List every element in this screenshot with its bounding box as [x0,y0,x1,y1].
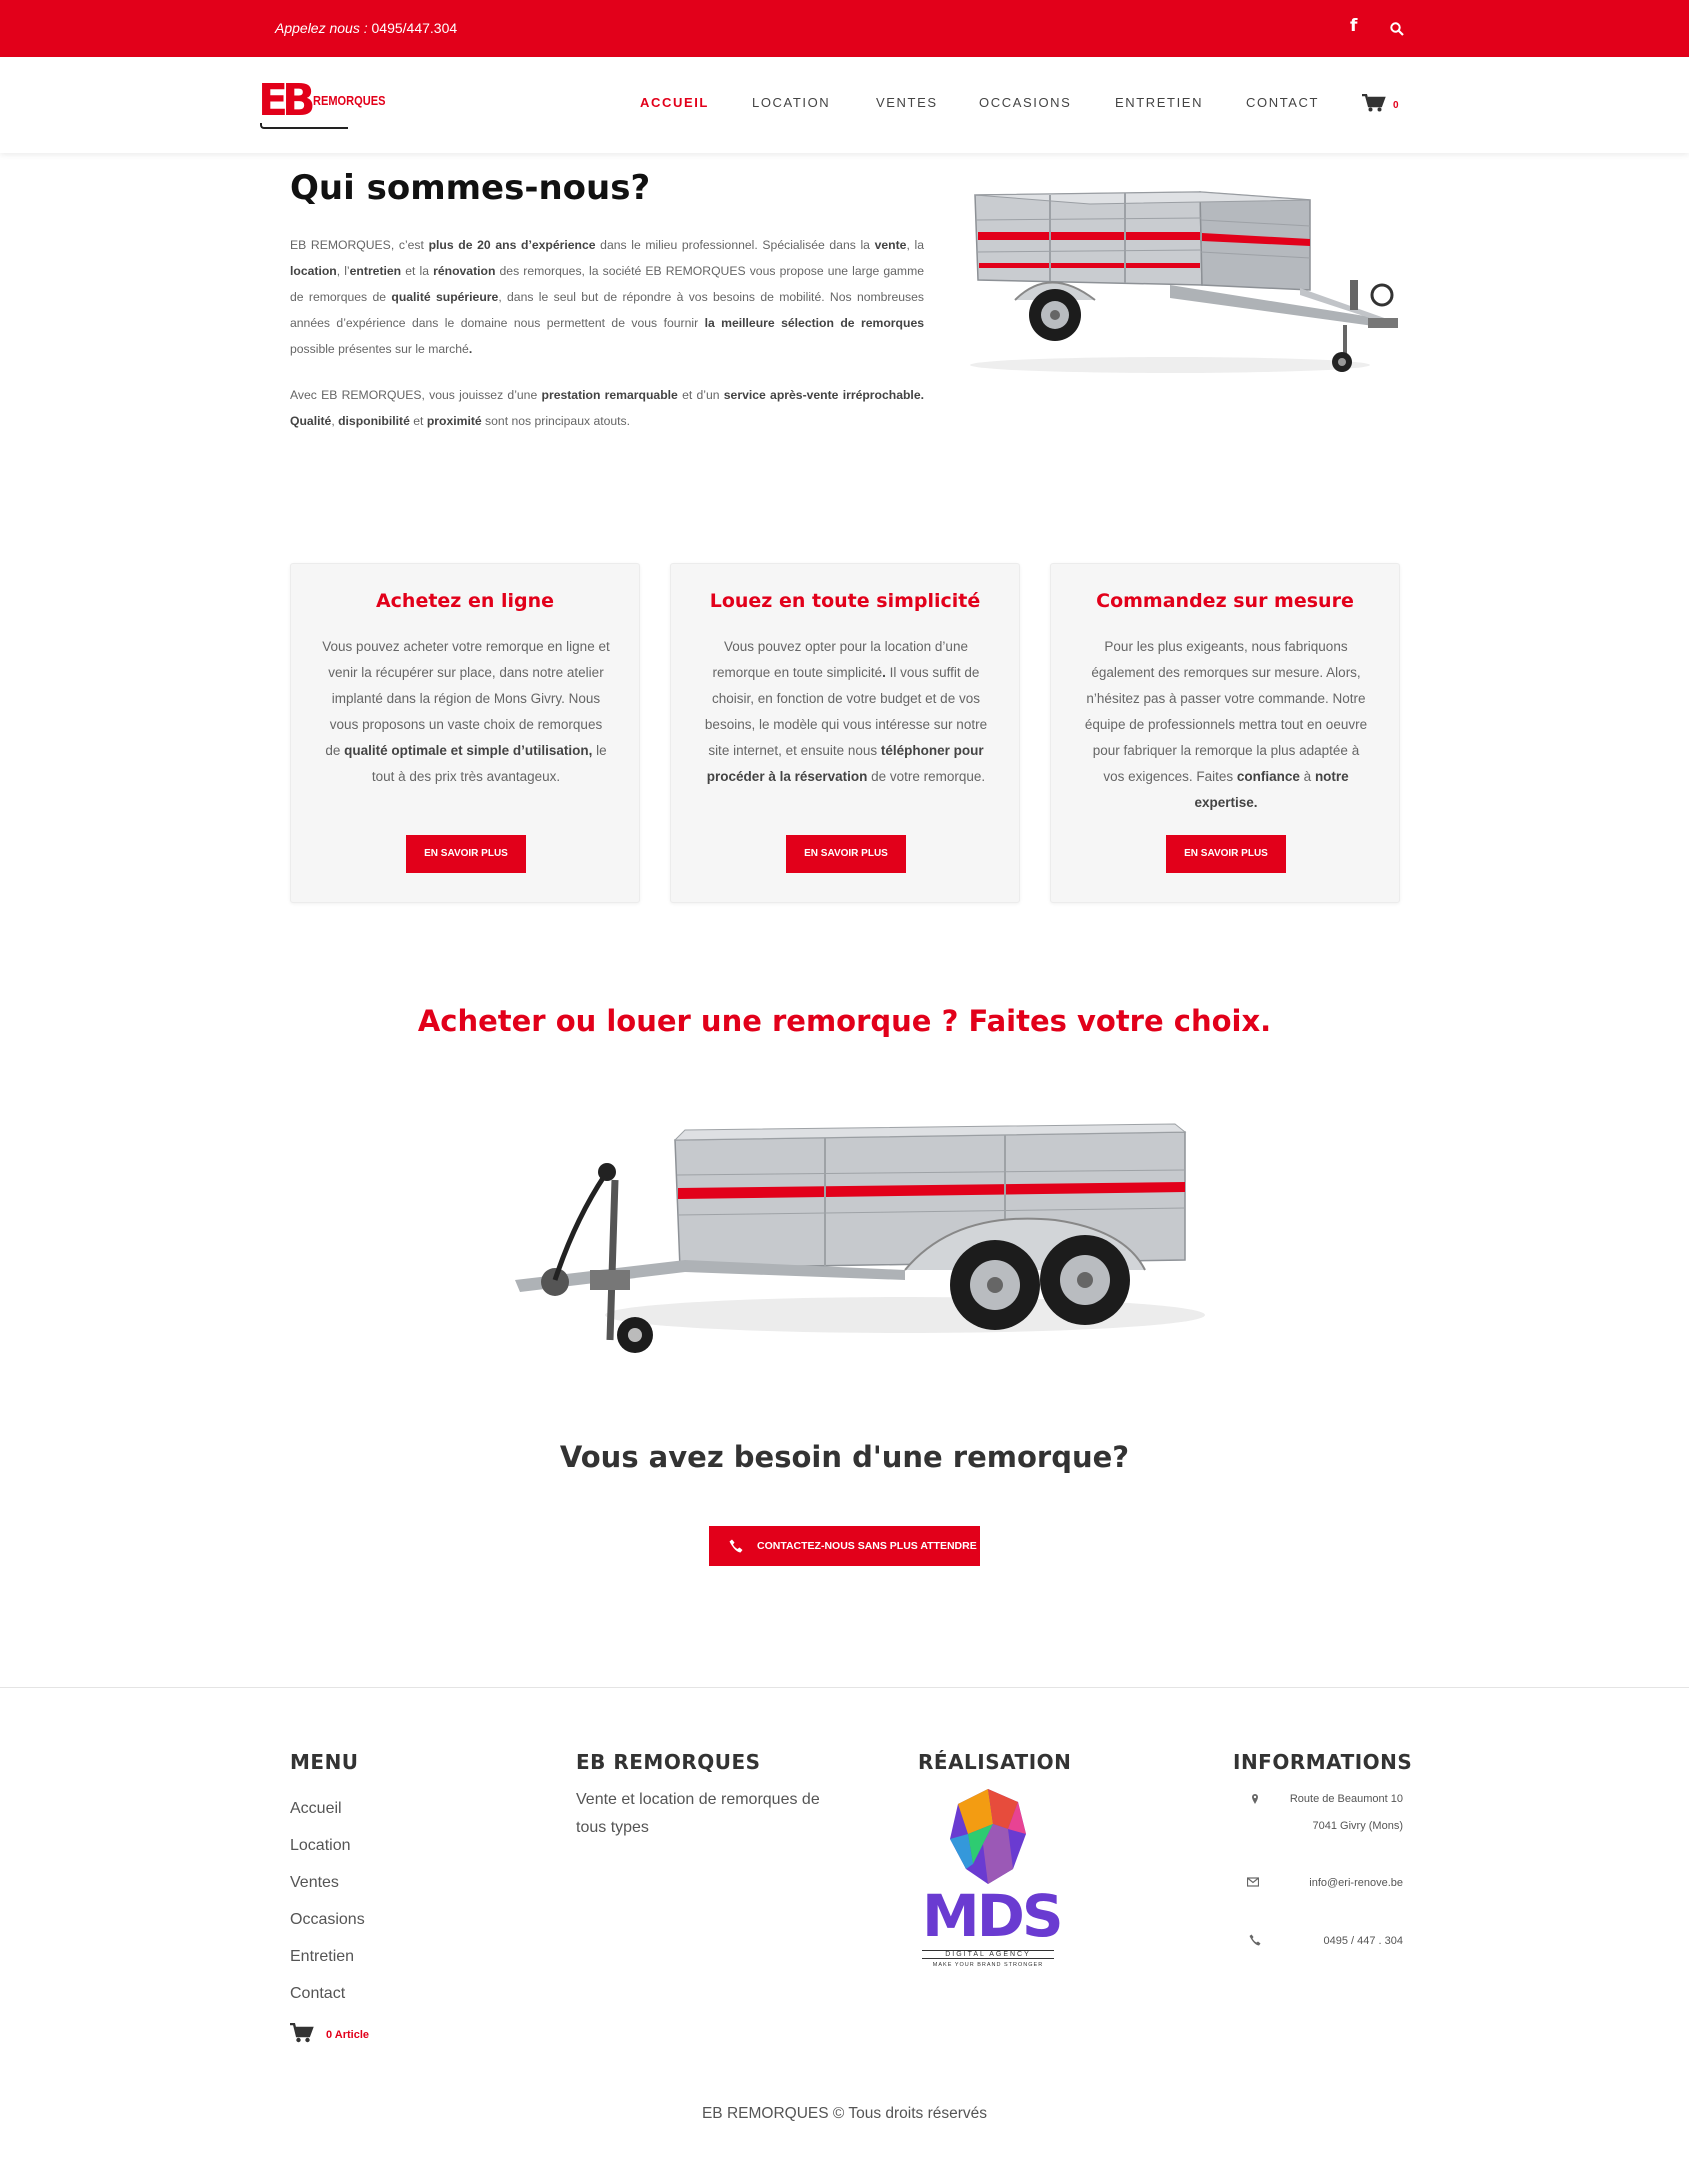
footer-realisation-title: RÉALISATION [918,1750,1072,1774]
text-segment: et la [401,264,434,278]
intro-paragraph-1: EB REMORQUES, c’est plus de 20 ans d’exp… [290,232,924,362]
bold-text: disponibilité [338,414,410,428]
bold-text: rénovation [433,264,496,278]
logo-underline [260,123,348,129]
intro-title: Qui sommes-nous? [290,168,651,208]
card-rent-simple: Louez en toute simplicité Vous pouvez op… [670,563,1020,903]
text-segment: possible présentes sur le marché [290,342,469,356]
card-custom-order: Commandez sur mesure Pour les plus exige… [1050,563,1400,903]
address-line-2: 7041 Givry (Mons) [1312,1820,1403,1832]
bold-text: qualité optimale et simple d’utilisation… [344,743,593,758]
card-title: Commandez sur mesure [1096,590,1354,612]
text-segment: Vous pouvez acheter votre remorque en li… [322,639,610,758]
top-phone[interactable]: Appelez nous : 0495/447.304 [275,20,457,36]
footer-info-title: INFORMATIONS [1233,1750,1413,1774]
text-segment: EB REMORQUES, c’est [290,238,429,252]
bold-text: plus de 20 ans d’expérience [428,238,596,252]
site-logo[interactable]: EB REMORQUES [258,75,398,137]
mds-agency-logo[interactable]: MDS DIGITAL AGENCY MAKE YOUR BRAND STRON… [918,1784,1064,1984]
text-segment: , l’ [336,264,350,278]
footer-about-title: EB REMORQUES [576,1750,761,1774]
cta-label: CONTACTEZ-NOUS SANS PLUS ATTENDRE [757,1540,977,1552]
nav-occasions[interactable]: OCCASIONS [979,95,1071,110]
footer-link-location[interactable]: Location [290,1837,351,1855]
bold-text: entretien [349,264,402,278]
bold-text: prestation remarquable [541,388,678,402]
nav-contact[interactable]: CONTACT [1246,95,1319,110]
learn-more-button[interactable]: EN SAVOIR PLUS [1166,835,1286,873]
nav-ventes[interactable]: VENTES [876,95,938,110]
contact-cta-button[interactable]: CONTACTEZ-NOUS SANS PLUS ATTENDRE [709,1526,980,1566]
card-title: Achetez en ligne [375,590,555,612]
text-segment: de votre remorque. [867,769,986,784]
text-segment: et [409,414,427,428]
card-body: Vous pouvez opter pour la location d’une… [701,634,991,790]
card-title: Louez en toute simplicité [709,590,981,612]
bold-text: . [468,342,473,356]
card-body: Pour les plus exigeants, nous fabriquons… [1081,634,1371,816]
text-segment: Pour les plus exigeants, nous fabriquons… [1084,639,1368,784]
choice-title: Acheter ou louer une remorque ? Faites v… [417,1004,1272,1038]
bold-text: confiance [1236,769,1300,784]
logo-word: REMORQUES [313,93,386,108]
footer-link-occasions[interactable]: Occasions [290,1911,365,1929]
trailer-image-single-axle [970,191,1398,373]
phone-number: 0495/447.304 [371,20,458,36]
mds-slogan: MAKE YOUR BRAND STRONGER [932,1962,1044,1968]
footer-about-text: Vente et location de remorques de tous t… [576,1791,820,1836]
cart-icon [1362,93,1386,112]
bold-text: proximité [426,414,482,428]
mds-letters: MDS [922,1882,1064,1950]
footer-link-contact[interactable]: Contact [290,1985,345,2003]
learn-more-button[interactable]: EN SAVOIR PLUS [786,835,906,873]
intro-paragraph-2: Avec EB REMORQUES, vous jouissez d’une p… [290,382,924,434]
bold-text: vente [874,238,907,252]
text-segment: Avec EB REMORQUES, vous jouissez d’une [290,388,542,402]
cart-count: 0 [1393,100,1399,111]
text-segment: dans le milieu professionnel. Spécialisé… [595,238,875,252]
text-segment: et d’un [677,388,724,402]
footer-cart-label: 0 Article [326,2029,370,2041]
search-icon[interactable] [1390,22,1404,36]
text-segment: à [1299,769,1315,784]
footer-menu-title: MENU [290,1750,359,1774]
bold-text: qualité supérieure [391,290,499,304]
mds-tagline: DIGITAL AGENCY [922,1950,1054,1959]
footer-cart[interactable]: 0 Article [290,2022,390,2043]
footer-link-entretien[interactable]: Entretien [290,1948,354,1966]
facebook-icon[interactable]: f [1350,16,1366,40]
header-cart[interactable]: 0 [1362,93,1404,114]
nav-entretien[interactable]: ENTRETIEN [1115,95,1203,110]
need-trailer-title: Vous avez besoin d'une remorque? [559,1440,1130,1474]
intro-text: EB REMORQUES, c’est plus de 20 ans d’exp… [290,232,924,454]
footer-phone[interactable]: 0495 / 447 . 304 [1250,1935,1403,1947]
bold-text: location [290,264,337,278]
footer-divider [0,1687,1689,1688]
address-line-1: Route de Beaumont 10 [1289,1793,1403,1805]
phone-icon [729,1539,743,1553]
cart-icon [290,2022,314,2043]
learn-more-button[interactable]: EN SAVOIR PLUS [406,835,526,873]
phone-label: Appelez nous : [275,20,372,36]
nav-location[interactable]: LOCATION [752,95,830,110]
bold-text: la meilleure sélection de remorques [704,316,924,330]
logo-letters: EB [258,75,316,126]
text-segment: sont nos principaux atouts. [481,414,631,428]
main-header: EB REMORQUES [0,57,1689,153]
card-buy-online: Achetez en ligne Vous pouvez acheter vot… [290,563,640,903]
copyright: EB REMORQUES © Tous droits réservés [701,2105,988,2122]
card-body: Vous pouvez acheter votre remorque en li… [321,634,611,790]
nav-accueil[interactable]: ACCUEIL [640,95,709,110]
footer-email[interactable]: info@eri-renove.be [1250,1877,1403,1889]
footer-link-ventes[interactable]: Ventes [290,1874,339,1892]
trailer-image-double-axle [515,1123,1205,1353]
footer-link-accueil[interactable]: Accueil [290,1800,342,1818]
top-bar: Appelez nous : 0495/447.304 f [0,0,1689,57]
text-segment: , la [906,238,924,252]
